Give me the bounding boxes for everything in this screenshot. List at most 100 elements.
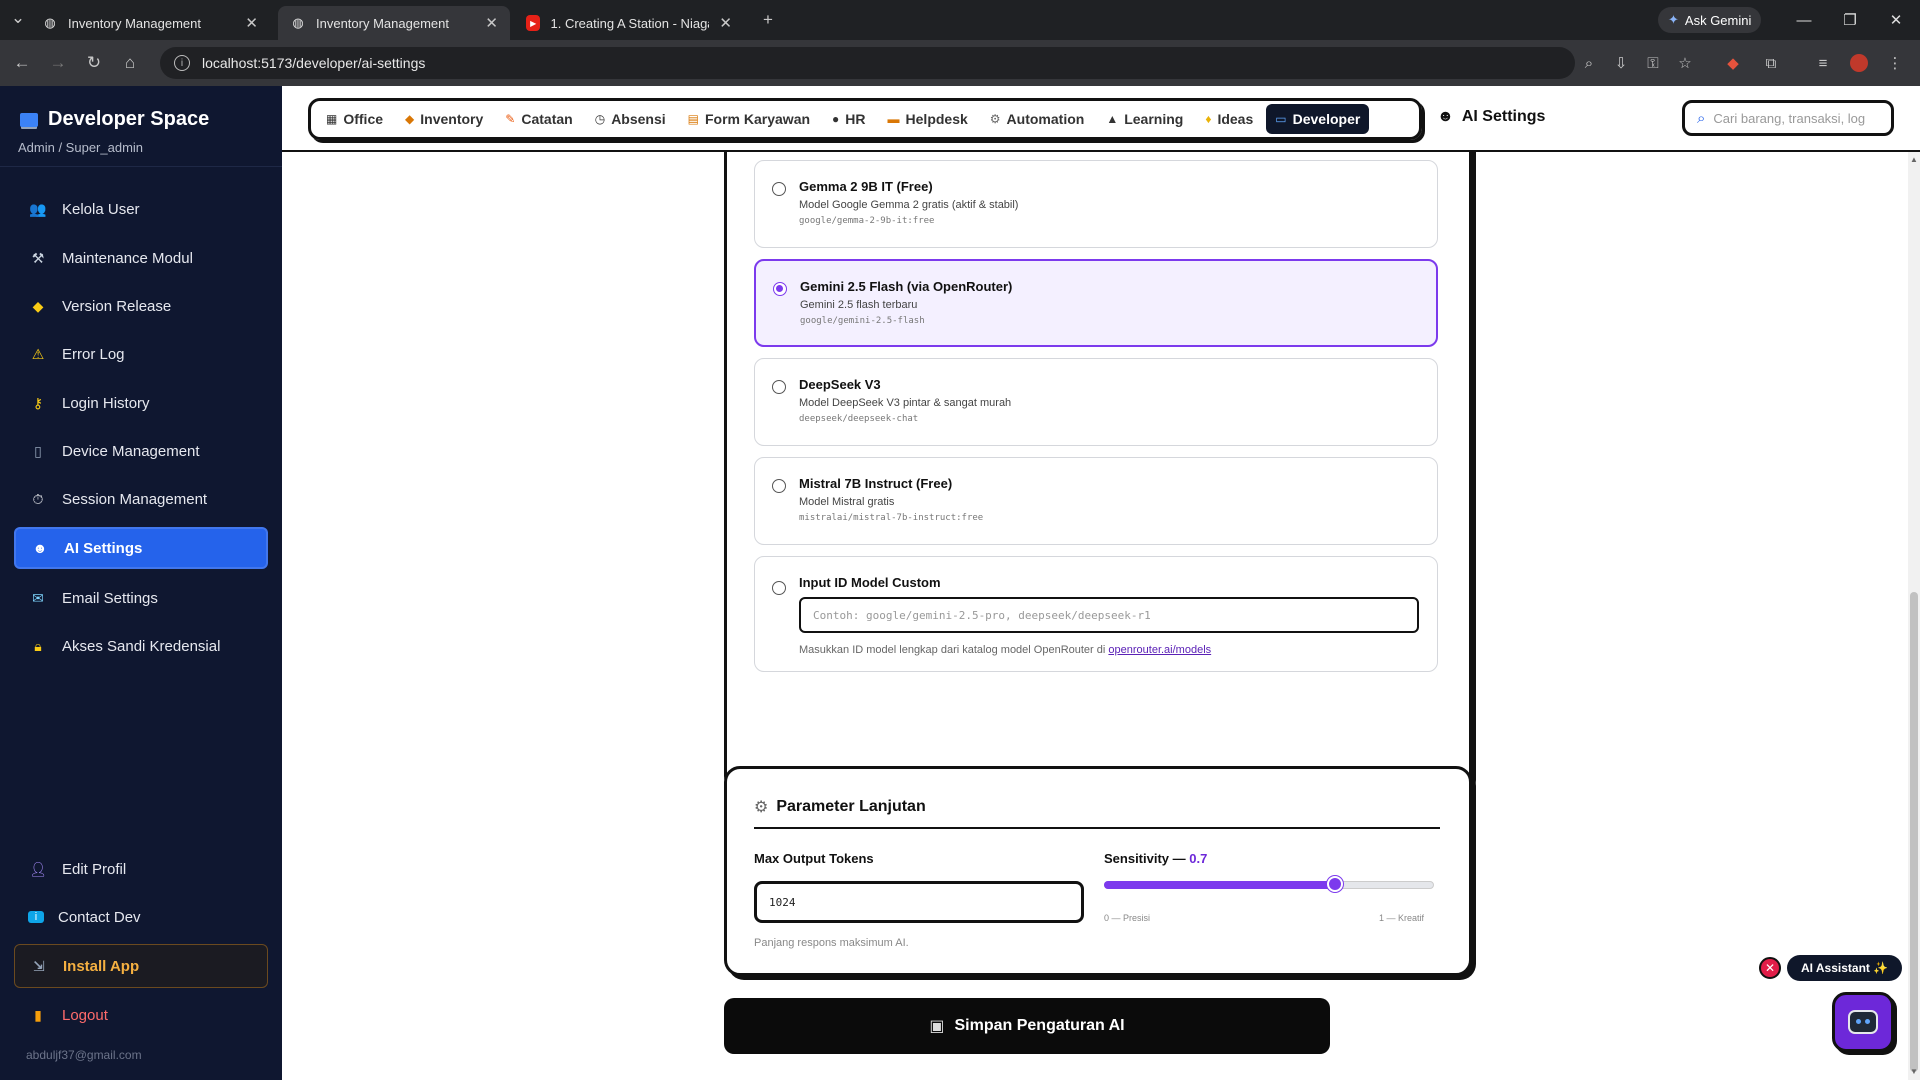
- scroll-down-icon[interactable]: ▼: [1908, 1066, 1920, 1078]
- slider-thumb[interactable]: [1327, 876, 1343, 892]
- custom-model-input[interactable]: Contoh: google/gemini-2.5-pro, deepseek/…: [799, 597, 1419, 633]
- home-icon[interactable]: ⌂: [118, 51, 142, 75]
- reading-list-icon[interactable]: ≡: [1812, 52, 1834, 74]
- sidebar-item-akses-sandi[interactable]: 🔒︎ Akses Sandi Kredensial: [14, 625, 268, 667]
- forward-icon[interactable]: →: [46, 51, 70, 75]
- close-assistant-button[interactable]: ✕: [1759, 957, 1781, 979]
- max-tokens-label: Max Output Tokens: [754, 851, 874, 866]
- reload-icon[interactable]: ↻: [82, 51, 106, 75]
- floppy-disk-icon: ▣: [929, 1018, 945, 1035]
- email-icon: ✉: [32, 589, 44, 606]
- back-icon[interactable]: ←: [10, 51, 34, 75]
- close-tab-icon[interactable]: ✕: [485, 14, 498, 32]
- sensitivity-slider[interactable]: [1104, 875, 1434, 893]
- model-option-gemini[interactable]: Gemini 2.5 Flash (via OpenRouter) Gemini…: [754, 259, 1438, 347]
- zoom-icon[interactable]: ⌕: [1578, 52, 1600, 74]
- radio-button-selected[interactable]: [773, 282, 787, 296]
- laptop-icon: [20, 112, 38, 127]
- sidebar-item-login-history[interactable]: ⚷ Login History: [14, 382, 268, 424]
- model-name: Gemini 2.5 Flash (via OpenRouter): [800, 279, 1013, 294]
- module-tab-automation[interactable]: ⚙ Automation: [981, 104, 1094, 134]
- browser-tab[interactable]: ◍ Inventory Management ✕: [30, 6, 270, 40]
- ai-assistant-button[interactable]: [1832, 992, 1894, 1052]
- radio-button[interactable]: [772, 479, 786, 493]
- model-option-gemma[interactable]: Gemma 2 9B IT (Free) Model Google Gemma …: [754, 160, 1438, 248]
- module-tab-developer[interactable]: ▭ Developer: [1266, 104, 1370, 134]
- sidebar-item-ai-settings[interactable]: ☻ AI Settings: [14, 527, 268, 569]
- ai-assistant-label[interactable]: AI Assistant ✨: [1787, 955, 1903, 981]
- module-tab-office[interactable]: ▦ Office: [317, 104, 392, 134]
- module-tab-helpdesk[interactable]: ▬ Helpdesk: [879, 104, 977, 134]
- sidebar-item-email-settings[interactable]: ✉ Email Settings: [14, 577, 268, 619]
- address-bar[interactable]: i localhost:5173/developer/ai-settings: [160, 47, 1575, 79]
- close-tab-icon[interactable]: ✕: [245, 14, 258, 32]
- sidebar-item-device-management[interactable]: ▯ Device Management: [14, 430, 268, 472]
- divider: [0, 166, 282, 167]
- sidebar-item-version-release[interactable]: ◆ Version Release: [14, 285, 268, 327]
- model-option-mistral[interactable]: Mistral 7B Instruct (Free) Model Mistral…: [754, 457, 1438, 545]
- custom-model-title: Input ID Model Custom: [799, 575, 941, 590]
- module-tab-hr[interactable]: ● HR: [823, 104, 874, 134]
- install-page-icon[interactable]: ⇩: [1610, 52, 1632, 74]
- new-tab-icon[interactable]: +: [756, 8, 780, 32]
- browser-tab-active[interactable]: ◍ Inventory Management ✕: [278, 6, 510, 40]
- close-tab-icon[interactable]: ✕: [719, 14, 732, 32]
- model-desc: Model Google Gemma 2 gratis (aktif & sta…: [799, 199, 1019, 211]
- install-app-button[interactable]: ⇲ Install App: [14, 944, 268, 988]
- page-scrollbar[interactable]: ▲ ▼: [1908, 152, 1920, 1080]
- model-id: mistralai/mistral-7b-instruct:free: [799, 513, 984, 523]
- radio-button[interactable]: [772, 182, 786, 196]
- tag-icon: ◆: [32, 297, 44, 314]
- sidebar-item-error-log[interactable]: ⚠ Error Log: [14, 333, 268, 375]
- logout-button[interactable]: ▮ Logout: [14, 994, 268, 1036]
- main-content: meta-llama/llama-3.1-8b-instruct Gemma 2…: [282, 152, 1908, 1080]
- max-tokens-input[interactable]: 1024: [754, 881, 1084, 923]
- model-option-custom[interactable]: Input ID Model Custom Contoh: google/gem…: [754, 556, 1438, 672]
- robot-icon: ☻: [1437, 108, 1454, 125]
- slider-fill: [1104, 881, 1335, 889]
- stopwatch-icon: ⏱: [32, 490, 44, 507]
- bookmark-star-icon[interactable]: ☆: [1674, 52, 1696, 74]
- ask-gemini-button[interactable]: ✦ Ask Gemini: [1658, 7, 1762, 33]
- tab-search-icon[interactable]: ⌄: [6, 6, 30, 30]
- module-tab-learning[interactable]: ▲ Learning: [1097, 104, 1192, 134]
- close-window-icon[interactable]: ✕: [1884, 8, 1908, 32]
- module-tab-form-karyawan[interactable]: ▤ Form Karyawan: [679, 104, 819, 134]
- extensions-puzzle-icon[interactable]: ⧉: [1760, 52, 1782, 74]
- extension-fox-icon[interactable]: ◆: [1722, 52, 1744, 74]
- browser-menu-icon[interactable]: ⋮: [1884, 52, 1906, 74]
- scroll-thumb[interactable]: [1910, 592, 1918, 1072]
- model-desc: Model DeepSeek V3 pintar & sangat murah: [799, 397, 1012, 409]
- module-tab-catatan[interactable]: ✎ Catatan: [496, 104, 581, 134]
- sidebar-item-edit-profil[interactable]: 👤︎ Edit Profil: [14, 848, 268, 890]
- radio-button[interactable]: [772, 581, 786, 595]
- laptop-icon: ▭: [1275, 112, 1287, 126]
- sidebar-item-contact-dev[interactable]: i Contact Dev: [14, 896, 268, 938]
- tools-icon: ⚒: [31, 249, 45, 266]
- custom-model-hint: Masukkan ID model lengkap dari katalog m…: [799, 644, 1212, 656]
- radio-button[interactable]: [772, 380, 786, 394]
- search-input[interactable]: ⌕ Cari barang, transaksi, log: [1682, 100, 1894, 136]
- profile-avatar-icon[interactable]: [1848, 52, 1870, 74]
- model-option-deepseek[interactable]: DeepSeek V3 Model DeepSeek V3 pintar & s…: [754, 358, 1438, 446]
- save-ai-settings-button[interactable]: ▣ Simpan Pengaturan AI: [724, 998, 1330, 1054]
- module-tab-ideas[interactable]: ♦ Ideas: [1196, 104, 1262, 134]
- install-icon: ⇲: [33, 957, 45, 974]
- sidebar-item-kelola-user[interactable]: 👥 Kelola User: [14, 188, 268, 230]
- site-info-icon[interactable]: i: [174, 55, 190, 71]
- browser-tab[interactable]: ▶ 1. Creating A Station - Niagara ✕: [514, 6, 744, 40]
- sidebar-item-session-management[interactable]: ⏱ Session Management: [14, 478, 268, 520]
- password-key-icon[interactable]: ⚿: [1642, 52, 1664, 74]
- brand: Developer Space: [20, 108, 209, 131]
- module-tab-absensi[interactable]: ◷ Absensi: [586, 104, 675, 134]
- scroll-up-icon[interactable]: ▲: [1908, 154, 1920, 166]
- minimize-icon[interactable]: —: [1792, 8, 1816, 32]
- restore-icon[interactable]: ❐: [1838, 8, 1862, 32]
- gear-icon: ⚙: [989, 112, 1001, 126]
- sensitivity-label: Sensitivity — 0.7: [1104, 851, 1208, 866]
- graduation-cap-icon: ▲: [1106, 112, 1119, 126]
- openrouter-link[interactable]: openrouter.ai/models: [1108, 644, 1211, 656]
- robot-icon: ☻: [32, 540, 48, 556]
- module-tab-inventory[interactable]: ◆ Inventory: [396, 104, 492, 134]
- sidebar-item-maintenance-modul[interactable]: ⚒ Maintenance Modul: [14, 237, 268, 279]
